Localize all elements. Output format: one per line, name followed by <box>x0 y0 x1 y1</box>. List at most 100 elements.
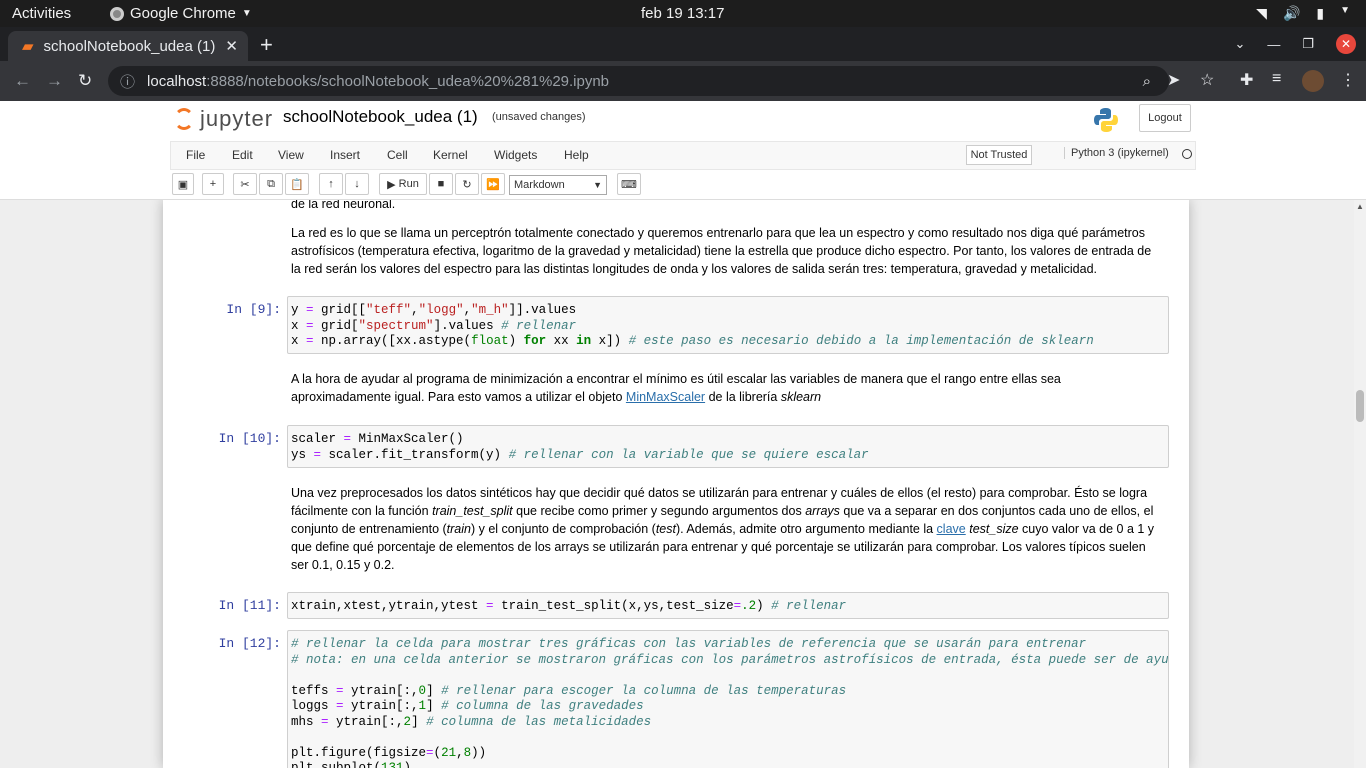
menu-view[interactable]: View <box>278 148 304 162</box>
menu-kernel[interactable]: Kernel <box>433 148 468 162</box>
reload-icon[interactable]: ↻ <box>78 71 92 91</box>
clave-link[interactable]: clave <box>937 522 966 536</box>
chrome-icon <box>110 6 124 21</box>
input-prompt: In [12]: <box>218 636 281 651</box>
menu-widgets[interactable]: Widgets <box>494 148 537 162</box>
jupyter-logo[interactable]: jupyter <box>174 106 273 132</box>
close-tab-icon[interactable]: ✕ <box>225 37 238 55</box>
kernel-idle-indicator-icon <box>1182 149 1192 159</box>
cell-type-select[interactable]: Markdown ▼ <box>509 175 607 195</box>
app-name: Google Chrome <box>130 5 236 22</box>
paste-icon[interactable]: 📋 <box>285 173 309 195</box>
menu-edit[interactable]: Edit <box>232 148 253 162</box>
chevron-down-icon: ▼ <box>593 180 602 190</box>
md-text: de la librería <box>705 390 781 404</box>
md-text: test_size <box>969 522 1019 536</box>
back-icon[interactable]: ← <box>14 71 31 91</box>
md-text: train <box>446 522 471 536</box>
notebook-title[interactable]: schoolNotebook_udea (1) <box>283 107 478 127</box>
wifi-icon: ◥ <box>1256 5 1267 21</box>
restart-icon[interactable]: ↻ <box>455 173 479 195</box>
markdown-cell[interactable]: A la hora de ayudar al programa de minim… <box>291 370 1161 406</box>
caret-down-icon: ▼ <box>1340 5 1350 16</box>
app-menu[interactable]: Google Chrome ▼ <box>110 5 252 22</box>
zoom-icon[interactable]: ⌕ <box>1143 73 1151 90</box>
clock[interactable]: feb 19 13:17 <box>641 5 724 22</box>
window-controls: ⌄ — ❐ ✕ <box>1234 34 1356 54</box>
forward-icon[interactable]: → <box>46 71 63 91</box>
menu-help[interactable]: Help <box>564 148 589 162</box>
url-path: :8888/notebooks/schoolNotebook_udea%20%2… <box>206 72 610 90</box>
markdown-cell[interactable]: de la red neuronal. <box>291 200 1161 213</box>
battery-icon: ▮ <box>1316 5 1325 21</box>
code-cell[interactable]: xtrain,xtest,ytrain,ytest = train_test_s… <box>287 592 1169 619</box>
python-logo-icon <box>1094 108 1118 132</box>
address-toolbar: ← → ↻ ⓘ localhost:8888/notebooks/schoolN… <box>0 61 1366 101</box>
jupyter-header: jupyter schoolNotebook_udea (1) (unsaved… <box>0 101 1366 141</box>
jupyter-menubar: File Edit View Insert Cell Kernel Widget… <box>0 141 1366 170</box>
minmaxscaler-link[interactable]: MinMaxScaler <box>626 390 705 404</box>
jupyter-ring-icon <box>174 108 194 130</box>
minimize-icon[interactable]: — <box>1267 37 1280 52</box>
run-icon: ▶ <box>387 178 399 191</box>
menu-file[interactable]: File <box>186 148 205 162</box>
cell-type-value: Markdown <box>514 179 565 191</box>
cut-icon[interactable]: ✂ <box>233 173 257 195</box>
profile-avatar[interactable] <box>1302 70 1324 92</box>
copy-icon[interactable]: ⧉ <box>259 173 283 195</box>
activities-button[interactable]: Activities <box>12 5 71 22</box>
insert-cell-icon[interactable]: + <box>202 173 224 195</box>
input-prompt: In [10]: <box>218 431 281 446</box>
md-text: arrays <box>805 504 840 518</box>
scrollbar-thumb[interactable] <box>1356 390 1364 422</box>
caret-down-icon: ▼ <box>241 8 252 19</box>
notebook-icon: ▰ <box>22 38 34 55</box>
input-prompt: In [9]: <box>226 302 281 317</box>
url-host: localhost <box>147 72 207 90</box>
tab-search-icon[interactable]: ⌄ <box>1234 36 1245 52</box>
maximize-icon[interactable]: ❐ <box>1302 36 1314 52</box>
system-tray[interactable]: ◥ 🔊 ▮ ▼ <box>1256 5 1350 22</box>
code-cell[interactable]: y = grid[["teff","logg","m_h"]].values x… <box>287 296 1169 354</box>
move-down-icon[interactable]: ↓ <box>345 173 369 195</box>
code-cell[interactable]: # rellenar la celda para mostrar tres gr… <box>287 630 1169 768</box>
restart-run-all-icon[interactable]: ⏩ <box>481 173 505 195</box>
notebook-scroll-area[interactable]: de la red neuronal. La red es lo que se … <box>0 200 1366 768</box>
menu-insert[interactable]: Insert <box>330 148 360 162</box>
menu-cell[interactable]: Cell <box>387 148 408 162</box>
close-window-icon[interactable]: ✕ <box>1336 34 1356 54</box>
new-tab-icon[interactable]: + <box>260 32 273 58</box>
bookmark-star-icon[interactable]: ☆ <box>1200 70 1214 90</box>
command-palette-icon[interactable]: ⌨ <box>617 173 641 195</box>
logout-button[interactable]: Logout <box>1139 104 1191 132</box>
code-cell[interactable]: scaler = MinMaxScaler() ys = scaler.fit_… <box>287 425 1169 468</box>
media-icon[interactable]: ≡ <box>1272 70 1281 88</box>
browser-tab-bar: ▰ schoolNotebook_udea (1) ✕ + ⌄ — ❐ ✕ <box>0 27 1366 61</box>
md-text: que recibe como primer y segundo argumen… <box>512 504 806 518</box>
browser-tab[interactable]: ▰ schoolNotebook_udea (1) ✕ <box>8 31 248 61</box>
jupyter-wordmark: jupyter <box>200 106 274 131</box>
save-icon[interactable]: ▣ <box>172 173 194 195</box>
extensions-icon[interactable]: ✚ <box>1240 70 1253 90</box>
volume-icon: 🔊 <box>1282 5 1301 21</box>
md-text: sklearn <box>780 390 822 404</box>
jupyter-toolbar: ▣ + ✂ ⧉ 📋 ↑ ↓ ▶ Run ■ ↻ ⏩ Markdown ▼ ⌨ <box>0 170 1366 200</box>
move-up-icon[interactable]: ↑ <box>319 173 343 195</box>
kernel-name[interactable]: Python 3 (ipykernel) <box>1064 147 1169 159</box>
page-scrollbar[interactable]: ▲ <box>1354 200 1366 768</box>
markdown-cell[interactable]: La red es lo que se llama un perceptrón … <box>291 224 1161 278</box>
kebab-menu-icon[interactable]: ⋮ <box>1340 70 1356 90</box>
send-icon[interactable]: ➤ <box>1167 70 1180 90</box>
url-bar[interactable]: ⓘ localhost:8888/notebooks/schoolNoteboo… <box>108 66 1169 96</box>
info-icon: ⓘ <box>120 73 136 91</box>
md-text: train_test_split <box>432 504 513 518</box>
input-prompt: In [11]: <box>218 598 281 613</box>
markdown-cell[interactable]: Una vez preprocesados los datos sintétic… <box>291 484 1161 574</box>
not-trusted-button[interactable]: Not Trusted <box>966 145 1032 165</box>
scroll-up-icon[interactable]: ▲ <box>1356 202 1364 211</box>
md-text: ) y el conjunto de comprobación ( <box>471 522 656 536</box>
interrupt-icon[interactable]: ■ <box>429 173 453 195</box>
system-top-bar: Activities Google Chrome ▼ feb 19 13:17 … <box>0 0 1366 27</box>
md-text: ). Además, admite otro argumento mediant… <box>675 522 937 536</box>
run-button[interactable]: ▶ Run <box>379 173 427 195</box>
